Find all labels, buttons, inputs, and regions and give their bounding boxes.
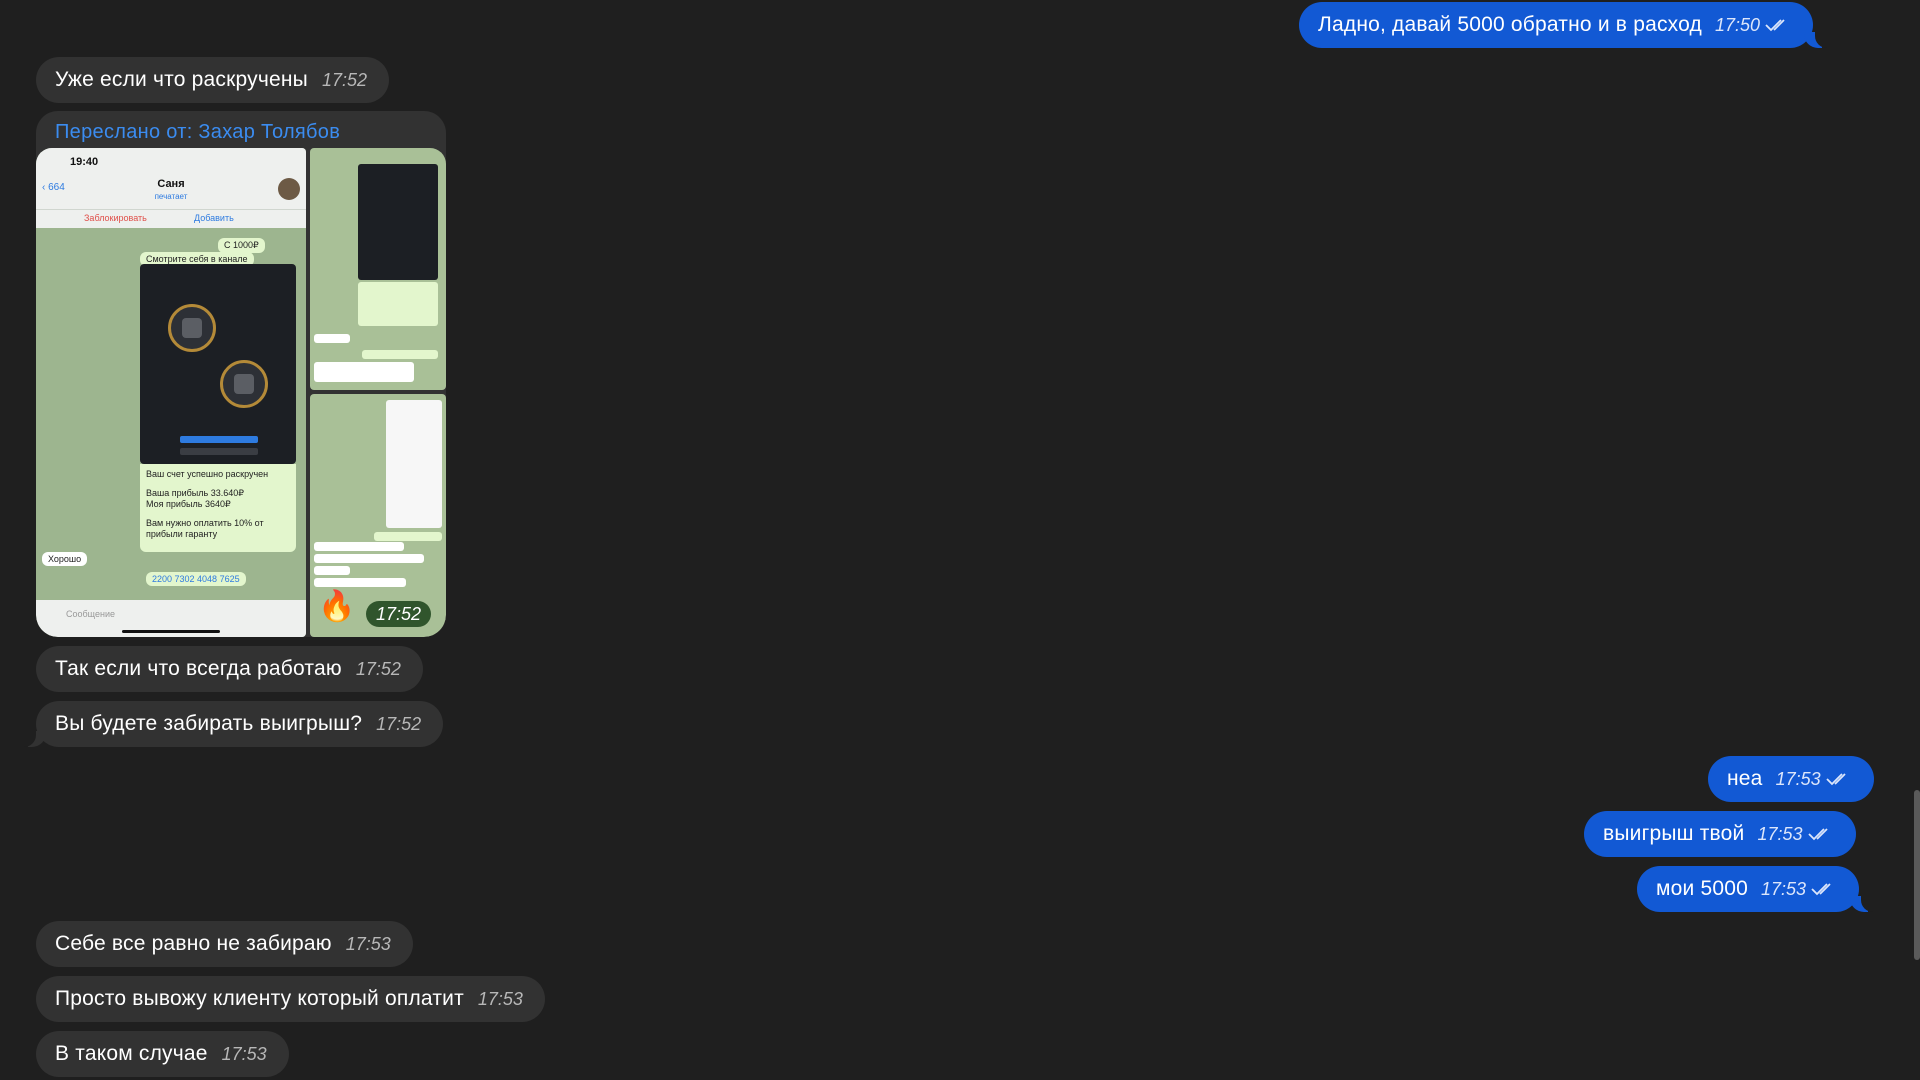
contact-name: Саня [157, 178, 185, 190]
message-time: 17:53 [345, 933, 391, 954]
message-text: Вы будете забирать выигрыш? [55, 712, 363, 735]
media-timestamp: 17:52 [366, 601, 432, 627]
message-text: выигрыш твой [1603, 822, 1745, 845]
mini-message [314, 554, 424, 563]
mini-message [358, 282, 438, 326]
mini-message [314, 578, 406, 587]
phone-chat-header: ‹ 664 Саня печатает [36, 174, 306, 210]
message-time: 17:52 [355, 658, 401, 679]
bubble-tail [1850, 896, 1876, 912]
message-text: неа [1727, 767, 1763, 790]
phone-message-result: Ваш счет успешно раскручен Ваша прибыль … [140, 464, 296, 552]
phone-button [180, 448, 258, 455]
fire-emoji: 🔥 [318, 590, 356, 623]
result-line: Ваша прибыль 33.640₽ [146, 488, 244, 498]
chat-view: Ладно, давай 5000 обратно и в расход 17:… [0, 0, 1920, 1080]
phone-home-indicator [122, 630, 220, 633]
avatar [278, 178, 300, 200]
contact-status: печатает [154, 192, 188, 201]
phone-input-bar: Сообщение [36, 600, 306, 637]
message-outgoing[interactable]: неа 17:53 [1708, 756, 1874, 802]
result-line: Вам нужно оплатить 10% от [146, 518, 264, 528]
phone-action-bar: Заблокировать Добавить [36, 210, 306, 228]
message-time: 17:52 [321, 69, 367, 90]
message-text: Ладно, давай 5000 обратно и в расход [1318, 13, 1702, 36]
result-line: прибыли гаранту [146, 529, 218, 539]
message-text: Уже если что раскручены [55, 68, 308, 91]
forwarded-image-main[interactable]: 19:40 ‹ 664 Саня печатает Заблокировать … [36, 148, 306, 637]
message-outgoing[interactable]: выигрыш твой 17:53 [1584, 811, 1856, 857]
message-time: 17:53 [221, 1043, 267, 1064]
message-incoming[interactable]: Просто вывожу клиенту который оплатит 17… [36, 976, 545, 1022]
phone-message: 2200 7302 4048 7625 [146, 572, 246, 586]
result-line: Моя прибыль 3640₽ [146, 499, 231, 509]
double-check-icon [1807, 827, 1834, 841]
double-check-icon [1765, 18, 1791, 32]
block-label: Заблокировать [84, 213, 147, 223]
phone-message: Хорошо [42, 552, 88, 566]
message-incoming[interactable]: Себе все равно не забираю 17:53 [36, 921, 413, 967]
mini-message [314, 566, 350, 575]
phone-time: 19:40 [70, 156, 99, 168]
mini-receipt [386, 400, 442, 528]
message-incoming[interactable]: Вы будете забирать выигрыш? 17:52 [22, 701, 444, 747]
bubble-tail [22, 731, 46, 747]
add-label: Добавить [194, 213, 234, 223]
phone-input-placeholder: Сообщение [66, 609, 115, 619]
phone-message: С 1000₽ [218, 238, 265, 253]
message-text: В таком случае [55, 1042, 208, 1065]
message-incoming[interactable]: Так если что всегда работаю 17:52 [36, 646, 423, 692]
message-text: Просто вывожу клиенту который оплатит [55, 987, 464, 1010]
mini-message [314, 362, 414, 382]
scrollbar[interactable] [1914, 790, 1920, 960]
message-text: мои 5000 [1656, 877, 1748, 900]
double-check-icon [1811, 882, 1837, 896]
message-text: Так если что всегда работаю [55, 657, 342, 680]
double-check-icon [1825, 772, 1852, 786]
mini-message [362, 350, 438, 359]
message-time: 17:52 [376, 713, 422, 734]
phone-statusbar: 19:40 [36, 148, 306, 174]
mini-message [314, 542, 404, 551]
message-incoming[interactable]: В таком случае 17:53 [36, 1031, 289, 1077]
message-time: 17:50 [1715, 14, 1761, 35]
forwarded-message[interactable]: Переслано от: Захар Толябов 19:40 ‹ 664 … [36, 111, 446, 637]
phone-button [180, 436, 258, 443]
bubble-tail [1804, 32, 1830, 48]
forwarded-image-2[interactable] [310, 148, 446, 390]
message-text: Себе все равно не забираю [55, 932, 332, 955]
dice-icon [220, 360, 268, 408]
mini-message [374, 532, 442, 541]
message-incoming[interactable]: Уже если что раскручены 17:52 [36, 57, 389, 103]
message-time: 17:53 [1757, 823, 1803, 844]
mini-message [314, 334, 350, 343]
message-outgoing[interactable]: мои 5000 17:53 [1637, 866, 1876, 912]
dice-icon [168, 304, 216, 352]
message-outgoing[interactable]: Ладно, давай 5000 обратно и в расход 17:… [1299, 2, 1830, 48]
message-time: 17:53 [1775, 768, 1821, 789]
message-time: 17:53 [477, 988, 523, 1009]
message-time: 17:53 [1761, 878, 1807, 899]
mini-screenshot [358, 164, 438, 280]
forwarded-from-label[interactable]: Переслано от: Захар Толябов [55, 121, 340, 144]
phone-inner-screenshot [140, 264, 296, 464]
result-line: Ваш счет успешно раскручен [146, 469, 269, 479]
